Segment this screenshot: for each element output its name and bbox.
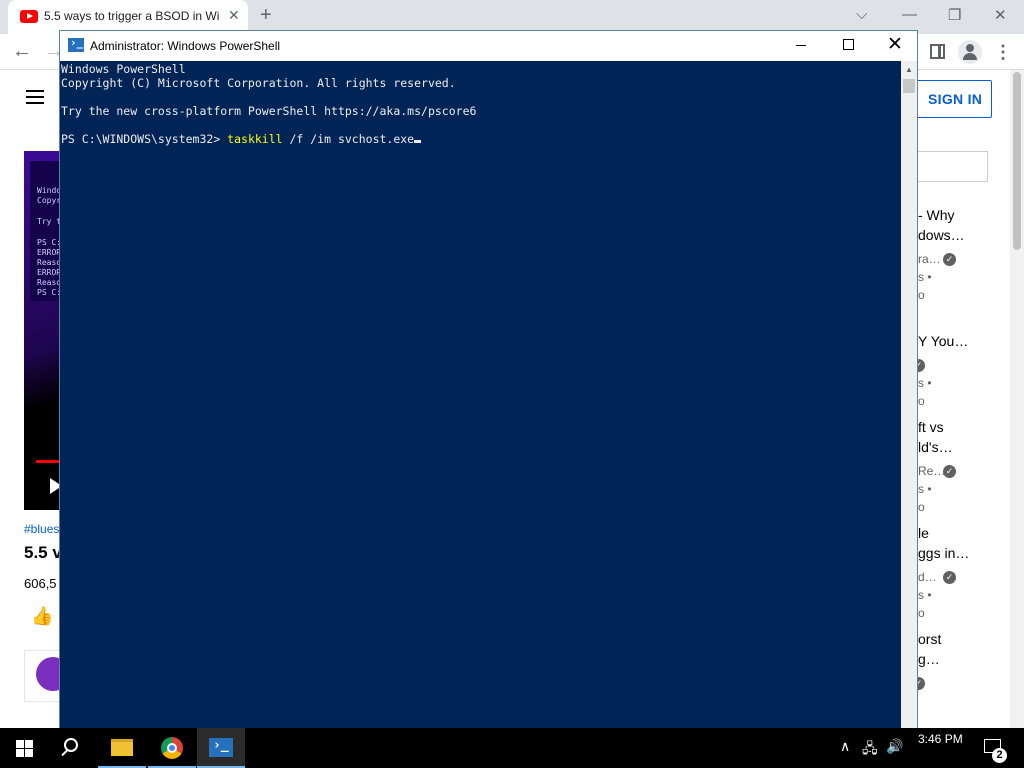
powershell-icon bbox=[209, 738, 233, 757]
text-cursor bbox=[414, 140, 422, 143]
tab-title: 5.5 ways to trigger a BSOD in Wi bbox=[44, 9, 220, 23]
youtube-favicon-icon bbox=[20, 10, 38, 23]
search-icon[interactable] bbox=[64, 738, 78, 752]
scroll-up-arrow-icon[interactable]: ▲ bbox=[905, 65, 913, 74]
volume-icon[interactable]: 🔊 bbox=[886, 738, 903, 755]
rec-views: s • bbox=[918, 270, 932, 284]
rec-title-line[interactable]: dows… bbox=[918, 227, 965, 243]
rec-age: o bbox=[918, 606, 925, 620]
view-count: 606,5 bbox=[24, 576, 57, 591]
tab-search-icon[interactable]: ⌵ bbox=[856, 6, 867, 23]
command-line[interactable]: PS C:\WINDOWS\system32> taskkill /f /im … bbox=[61, 132, 422, 146]
rec-title-line[interactable]: ld's… bbox=[918, 439, 953, 455]
maximize-icon[interactable] bbox=[843, 39, 854, 50]
taskbar-powershell[interactable] bbox=[197, 728, 245, 768]
console-output[interactable]: Windows PowerShell Copyright (C) Microso… bbox=[60, 61, 901, 729]
notification-count-badge: 2 bbox=[992, 748, 1007, 763]
video-title: 5.5 v bbox=[24, 543, 62, 562]
new-tab-button[interactable]: + bbox=[260, 4, 272, 27]
close-icon[interactable]: ✕ bbox=[994, 6, 1007, 24]
window-title: Administrator: Windows PowerShell bbox=[90, 39, 281, 53]
chrome-icon bbox=[161, 737, 183, 759]
start-tile bbox=[25, 749, 33, 757]
rec-age: o bbox=[918, 288, 925, 302]
minimize-icon[interactable] bbox=[796, 45, 806, 46]
powershell-window[interactable]: Administrator: Windows PowerShell ✕ Wind… bbox=[59, 30, 918, 730]
rec-views: s • bbox=[918, 482, 932, 496]
restore-icon[interactable]: ❐ bbox=[948, 6, 961, 24]
minimize-icon[interactable]: — bbox=[902, 6, 917, 23]
like-icon[interactable]: 👍 bbox=[31, 606, 53, 627]
console-line: Try the new cross-platform PowerShell ht… bbox=[61, 104, 477, 118]
rec-title-line[interactable]: orst bbox=[918, 631, 941, 647]
verified-icon: ✓ bbox=[943, 571, 956, 584]
sign-in-button[interactable]: SIGN IN bbox=[914, 80, 992, 118]
video-hashtag[interactable]: #blues bbox=[24, 522, 59, 536]
search-input[interactable] bbox=[914, 151, 988, 182]
back-arrow-icon[interactable]: ← bbox=[12, 40, 32, 63]
clock[interactable]: 3:46 PM bbox=[918, 732, 963, 746]
console-command: taskkill bbox=[227, 132, 283, 146]
browser-tab[interactable]: 5.5 ways to trigger a BSOD in Wi ✕ bbox=[8, 0, 248, 34]
console-line: Windows PowerShell bbox=[61, 62, 186, 76]
rec-channel: d… bbox=[918, 570, 937, 584]
rec-title-line[interactable]: g… bbox=[918, 651, 940, 667]
start-tile bbox=[25, 740, 33, 748]
rec-age: o bbox=[918, 394, 925, 408]
rec-title-line[interactable]: ft vs bbox=[918, 419, 944, 435]
rec-title-line[interactable]: Y You… bbox=[918, 333, 968, 349]
hamburger-menu-icon[interactable] bbox=[26, 90, 44, 104]
powershell-icon bbox=[68, 36, 84, 52]
tray-chevron-icon[interactable]: ∧ bbox=[840, 738, 850, 755]
start-tile bbox=[16, 740, 24, 748]
console-args: /f /im svchost.exe bbox=[282, 132, 415, 146]
close-icon[interactable]: ✕ bbox=[887, 33, 903, 56]
verified-icon: ✓ bbox=[943, 253, 956, 266]
taskbar: ∧ 🖧 🔊 3:46 PM 2 bbox=[0, 728, 1024, 768]
tab-close-icon[interactable]: ✕ bbox=[228, 7, 240, 24]
rec-channel: Re… bbox=[918, 464, 946, 478]
folder-icon bbox=[111, 739, 133, 756]
rec-title-line[interactable]: le bbox=[918, 525, 929, 541]
windows-start-icon[interactable] bbox=[16, 740, 33, 757]
page-scrollbar-thumb[interactable] bbox=[1013, 72, 1021, 250]
rec-channel: ra… bbox=[918, 252, 941, 266]
tab-strip: 5.5 ways to trigger a BSOD in Wi ✕ + ⌵ —… bbox=[0, 0, 1024, 34]
taskbar-file-explorer[interactable] bbox=[98, 728, 146, 768]
console-scrollbar-thumb[interactable] bbox=[903, 79, 915, 93]
side-panel-icon[interactable] bbox=[930, 44, 945, 59]
rec-age: o bbox=[918, 500, 925, 514]
console-prompt: PS C:\WINDOWS\system32> bbox=[61, 132, 228, 146]
rec-title-line[interactable]: - Why bbox=[918, 207, 955, 223]
network-icon[interactable]: 🖧 bbox=[862, 738, 878, 762]
console-scrollbar[interactable]: ▲ bbox=[901, 61, 917, 729]
taskbar-chrome[interactable] bbox=[148, 728, 196, 768]
verified-icon: ✓ bbox=[943, 465, 956, 478]
rec-title-line[interactable]: ggs in… bbox=[918, 545, 969, 561]
start-tile bbox=[16, 749, 24, 757]
video-controls-area[interactable] bbox=[24, 408, 64, 510]
rec-views: s • bbox=[918, 588, 932, 602]
browser-menu-icon[interactable]: ⋮ bbox=[994, 42, 1012, 63]
powershell-titlebar[interactable]: Administrator: Windows PowerShell ✕ bbox=[60, 31, 917, 61]
console-line: Copyright (C) Microsoft Corporation. All… bbox=[61, 76, 456, 90]
profile-avatar-icon[interactable] bbox=[958, 40, 982, 64]
rec-views: s • bbox=[918, 376, 932, 390]
